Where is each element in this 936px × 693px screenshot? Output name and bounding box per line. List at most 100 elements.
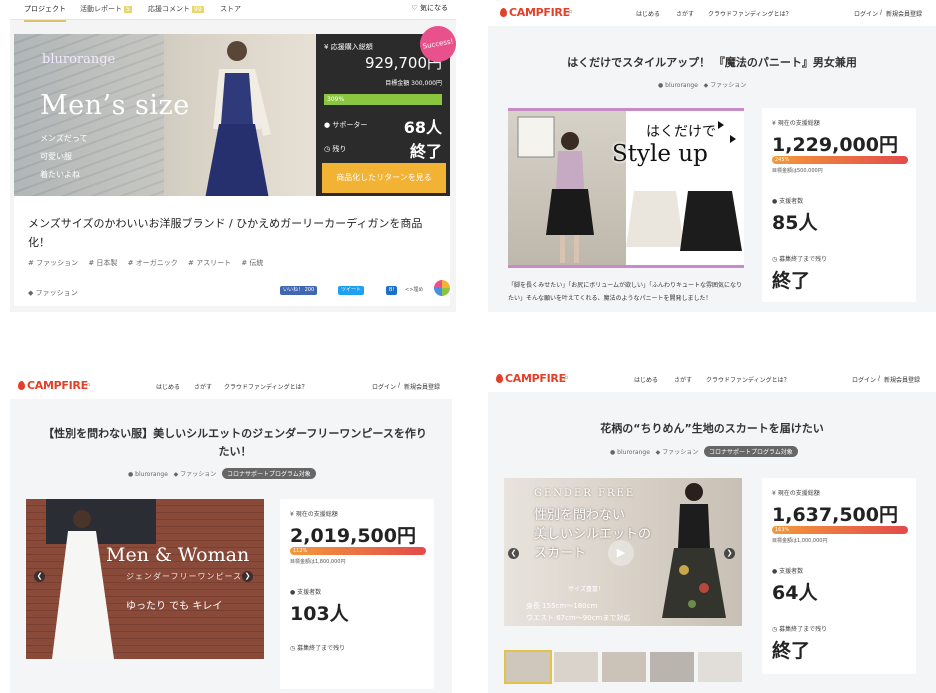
flame-icon — [500, 8, 507, 17]
flame-icon — [496, 374, 503, 383]
nav-start[interactable]: はじめる — [156, 382, 180, 391]
project-image: はくだけで Style up — [508, 108, 744, 268]
funding-stats-card: ¥ 現在の支援総額 2,019,500円 112% 目標金額は1,800,000… — [280, 499, 434, 689]
total-label: ¥ 現在の支援総額 — [772, 490, 820, 497]
category-link[interactable]: ファッション — [180, 471, 216, 478]
register-link[interactable]: 新規会員登録 — [884, 375, 920, 384]
tab-store[interactable]: ストア — [220, 4, 241, 14]
search-icon[interactable]: ⌕ — [568, 7, 573, 17]
model-figure — [52, 510, 114, 659]
campfire-body: はくだけでスタイルアップ！ 『魔法のパニート』男女兼用 ● blurorange… — [488, 26, 936, 312]
brand-name: blurorange — [42, 52, 116, 67]
tag-list: # ファッション # 日本製 # オーガニック # アスリート # 伝統 — [28, 258, 271, 268]
tag-icon: ◆ — [703, 82, 709, 89]
tag-link[interactable]: # ファッション — [28, 259, 78, 267]
clock-icon: ◷ — [290, 645, 296, 652]
progress-bar: 245% — [772, 156, 908, 164]
carousel-prev-button[interactable]: ❮ — [508, 548, 519, 559]
category-link[interactable]: ◆ ファッション — [28, 288, 78, 298]
thumbnail[interactable] — [554, 652, 598, 682]
tag-icon: ◆ — [655, 449, 661, 456]
thumbnail[interactable] — [698, 652, 742, 682]
nav-start[interactable]: はじめる — [634, 375, 658, 384]
progress-fill: 309% — [324, 94, 442, 105]
person-icon: ● — [772, 198, 778, 205]
supporters-count: 103人 — [290, 603, 349, 625]
project-title: はくだけでスタイルアップ！ 『魔法のパニート』男女兼用 — [567, 56, 857, 69]
register-link[interactable]: 新規会員登録 — [886, 9, 922, 18]
tab-project[interactable]: プロジェクト — [24, 4, 66, 22]
login-link[interactable]: ログイン — [852, 375, 876, 384]
nav-search[interactable]: さがす — [676, 9, 694, 18]
yen-icon: ¥ — [772, 490, 776, 497]
tag-link[interactable]: # 日本製 — [88, 259, 117, 267]
embed-button[interactable]: <>埋め — [402, 286, 426, 295]
model-figure — [662, 483, 726, 618]
nav-search[interactable]: さがす — [194, 382, 212, 391]
project-image: Men & Woman ジェンダーフリーワンピース ゆったり でも キレイ ❮ … — [26, 499, 264, 659]
campfire-body: 花柄の“ちりめん”生地のスカートを届けたい ● blurorange ◆ ファッ… — [488, 392, 936, 693]
play-icon[interactable]: ▶ — [608, 540, 634, 566]
project-page-campfire-onepiece: CAMPFIRE ⌕ はじめる さがす クラウドファンディングとは？ ログイン … — [10, 373, 452, 693]
supporters-label: ● サポーター — [324, 121, 368, 129]
carousel-prev-button[interactable]: ❮ — [34, 571, 45, 582]
goal-amount: 目標金額 300,000円 — [385, 80, 442, 87]
favorite-button[interactable]: ♡ 気になる — [411, 3, 448, 13]
program-badge[interactable]: コロナサポートプログラム対象 — [703, 446, 798, 457]
nav-search[interactable]: さがす — [674, 375, 692, 384]
project-summary: 「脚を長くみせたい」「お尻にボリュームが欲しい」「ふんわりキュートな雰囲気になり… — [508, 282, 743, 302]
goal-amount: 目標金額は1,800,000円 — [290, 559, 346, 565]
project-title: 花柄の“ちりめん”生地のスカートを届けたい — [600, 422, 824, 435]
nav-about[interactable]: クラウドファンディングとは？ — [706, 375, 790, 384]
project-title: メンズサイズのかわいいお洋服ブランド / ひかえめガーリーカーディガンを商品化！ — [28, 217, 423, 249]
tag-icon: ◆ — [28, 289, 34, 297]
tag-link[interactable]: # 伝統 — [241, 259, 263, 267]
nav-about[interactable]: クラウドファンディングとは？ — [708, 9, 792, 18]
owner-link[interactable]: blurorange — [135, 471, 168, 478]
campfire-logo[interactable]: CAMPFIRE — [500, 6, 570, 19]
supporters-count: 68人 — [403, 118, 442, 137]
nav-start[interactable]: はじめる — [636, 9, 660, 18]
tag-link[interactable]: # オーガニック — [128, 259, 178, 267]
image-caption-1: Men & Woman — [106, 544, 250, 566]
view-returns-button[interactable]: 商品化したリターンを見る — [322, 163, 446, 193]
hatena-bookmark-button[interactable]: B! — [386, 286, 398, 295]
campfire-logo[interactable]: CAMPFIRE — [496, 372, 566, 385]
yen-icon: ¥ — [772, 120, 776, 127]
person-icon: ● — [290, 589, 296, 596]
image-caption-1: GENDER FREE — [534, 488, 636, 499]
project-meta: ● blurorange ◆ ファッション — [658, 80, 746, 89]
program-badge[interactable]: コロナサポートプログラム対象 — [221, 468, 316, 479]
tag-link[interactable]: # アスリート — [188, 259, 231, 267]
progress-bar: 163% — [772, 526, 908, 534]
thumbnail[interactable] — [504, 650, 552, 684]
thumbnail[interactable] — [650, 652, 694, 682]
nav-separator: / — [398, 382, 401, 389]
nav-separator: / — [880, 9, 883, 16]
tweet-button[interactable]: ツイート — [338, 286, 365, 295]
project-title: 【性別を問わない服】美しいシルエットのジェンダーフリーワンピースを作りたい！ — [43, 427, 427, 458]
register-link[interactable]: 新規会員登録 — [404, 382, 440, 391]
carousel-next-button[interactable]: ❯ — [242, 571, 253, 582]
owner-link[interactable]: blurorange — [665, 82, 698, 89]
facebook-like-button[interactable]: いいね！ 200 — [280, 286, 318, 295]
supporters-label: ● 支援者数 — [772, 568, 804, 575]
project-page-makuake: プロジェクト 活動レポート 5 応援コメント 99 ストア ♡ 気になる bluro… — [10, 0, 456, 312]
tab-activity-report[interactable]: 活動レポート 5 — [80, 4, 132, 14]
yen-icon: ¥ — [290, 511, 294, 518]
login-link[interactable]: ログイン — [854, 9, 878, 18]
hero-subtitle: メンズだって 可愛い服 着たいよね — [40, 134, 88, 179]
login-link[interactable]: ログイン — [372, 382, 396, 391]
search-icon[interactable]: ⌕ — [564, 373, 569, 383]
tab-comments[interactable]: 応援コメント 99 — [148, 4, 204, 14]
carousel-next-button[interactable]: ❯ — [724, 548, 735, 559]
campfire-logo[interactable]: CAMPFIRE — [18, 379, 88, 392]
progress-fill: 163% — [772, 526, 908, 534]
owner-link[interactable]: blurorange — [617, 449, 650, 456]
search-icon[interactable]: ⌕ — [86, 380, 91, 390]
nav-about[interactable]: クラウドファンディングとは？ — [224, 382, 308, 391]
thumbnail[interactable] — [602, 652, 646, 682]
category-link[interactable]: ファッション — [662, 449, 698, 456]
category-link[interactable]: ファッション — [710, 82, 746, 89]
total-label: ¥ 応援購入総額 — [324, 43, 373, 51]
